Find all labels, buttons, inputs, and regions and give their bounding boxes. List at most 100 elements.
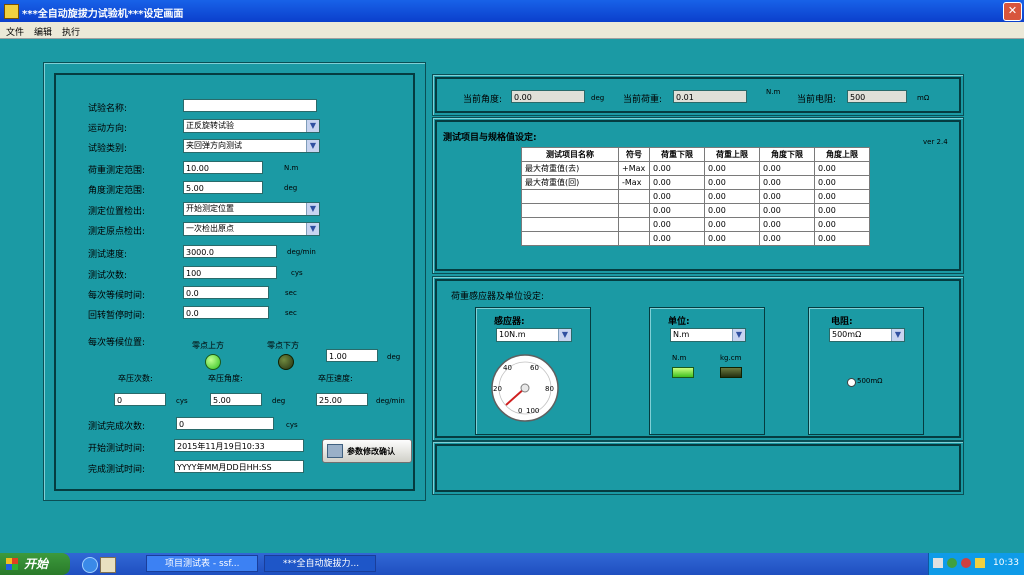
table-cell[interactable]: 0.00 (814, 175, 870, 190)
table-row[interactable]: 最大荷重值(去) +Max 0.00 0.00 0.00 0.00 (521, 161, 870, 176)
table-cell[interactable]: 0.00 (759, 189, 815, 204)
table-cell[interactable]: 0.00 (704, 161, 760, 176)
menu-file[interactable]: 文件 (6, 25, 24, 38)
table-header-row: 测试项目名称 符号 荷重下限 荷重上限 角度下限 角度上限 (521, 147, 870, 162)
table-row[interactable]: 0.00 0.00 0.00 0.00 (521, 203, 870, 218)
end-time-input[interactable]: YYYY年MM月DD日HH:SS (174, 460, 304, 473)
press-speed-input[interactable]: 25.00 (316, 393, 368, 406)
table-cell[interactable] (618, 217, 650, 232)
res-select[interactable]: 500mΩ ▼ (829, 328, 905, 342)
done-count-input[interactable]: 0 (176, 417, 274, 430)
menu-run[interactable]: 执行 (62, 25, 80, 38)
press-angle-input[interactable]: 5.00 (210, 393, 262, 406)
table-cell[interactable]: 0.00 (649, 217, 705, 232)
return-time-input[interactable]: 0.0 (183, 306, 269, 319)
clock[interactable]: 10:33 (993, 558, 1019, 568)
confirm-button-label: 参数修改确认 (347, 447, 395, 456)
table-cell[interactable]: 0.00 (759, 231, 815, 246)
test-name-input[interactable] (183, 99, 317, 112)
table-cell[interactable]: 最大荷重值(去) (521, 161, 619, 176)
table-cell[interactable]: 0.00 (704, 175, 760, 190)
table-cell[interactable] (521, 217, 619, 232)
chevron-down-icon[interactable]: ▼ (732, 329, 745, 341)
angle-range-input[interactable]: 5.00 (183, 181, 263, 194)
res-radio[interactable] (847, 378, 856, 387)
menu-edit[interactable]: 编辑 (34, 25, 52, 38)
torque-label: 当前荷重: (623, 95, 663, 105)
spec-table[interactable]: 测试项目名称 符号 荷重下限 荷重上限 角度下限 角度上限 最大荷重值(去) +M… (521, 147, 870, 246)
table-cell[interactable] (618, 231, 650, 246)
upper-led-indicator[interactable] (205, 354, 221, 370)
task-item-table[interactable]: 项目测试表 - ssf... (146, 555, 258, 572)
table-cell[interactable] (521, 189, 619, 204)
table-cell[interactable] (521, 203, 619, 218)
table-cell[interactable]: 0.00 (649, 203, 705, 218)
table-cell[interactable]: 最大荷重值(回) (521, 175, 619, 190)
table-cell[interactable]: 0.00 (759, 203, 815, 218)
table-cell[interactable]: 0.00 (759, 175, 815, 190)
table-cell[interactable]: 0.00 (704, 217, 760, 232)
desktop-icon[interactable] (100, 557, 116, 573)
col-angle-low-header: 角度下限 (759, 147, 815, 162)
start-time-input[interactable]: 2015年11月19日10:33 (174, 439, 304, 452)
sensor-label: 感应器: (494, 317, 525, 327)
direction-select[interactable]: 正反旋转试验 ▼ (183, 119, 320, 133)
count-input[interactable]: 100 (183, 266, 277, 279)
taskbar: 开始 项目测试表 - ssf... ***全自动旋拔力... 10:33 (0, 553, 1024, 575)
test-type-select[interactable]: 夹回弹方向测试 ▼ (183, 139, 320, 153)
sensor-select[interactable]: 10N.m ▼ (496, 328, 572, 342)
volume-icon[interactable] (975, 558, 985, 568)
chevron-down-icon[interactable]: ▼ (558, 329, 571, 341)
table-cell[interactable]: -Max (618, 175, 650, 190)
unit-kgcm-indicator[interactable] (720, 367, 742, 378)
start-button[interactable]: 开始 (0, 553, 70, 575)
table-row[interactable]: 最大荷重值(回) -Max 0.00 0.00 0.00 0.00 (521, 175, 870, 190)
table-cell[interactable] (521, 231, 619, 246)
table-row[interactable]: 0.00 0.00 0.00 0.00 (521, 189, 870, 204)
chevron-down-icon[interactable]: ▼ (891, 329, 904, 341)
table-cell[interactable]: 0.00 (814, 189, 870, 204)
table-cell[interactable]: 0.00 (704, 231, 760, 246)
table-row[interactable]: 0.00 0.00 0.00 0.00 (521, 231, 870, 246)
table-cell[interactable]: 0.00 (814, 203, 870, 218)
table-cell[interactable]: 0.00 (759, 217, 815, 232)
table-cell[interactable]: 0.00 (814, 217, 870, 232)
start-time-label: 开始测试时间: (88, 444, 146, 454)
table-cell[interactable]: 0.00 (649, 189, 705, 204)
table-cell[interactable]: 0.00 (649, 231, 705, 246)
gauge-tick-40: 40 (503, 364, 512, 372)
table-cell[interactable] (618, 189, 650, 204)
unit-nm-indicator[interactable] (672, 367, 694, 378)
confirm-button[interactable]: 参数修改确认 (322, 439, 412, 463)
torque-range-input[interactable]: 10.00 (183, 161, 263, 174)
tray-icon[interactable] (933, 558, 943, 568)
chevron-down-icon[interactable]: ▼ (306, 140, 319, 152)
table-cell[interactable]: 0.00 (704, 189, 760, 204)
ie-icon[interactable] (82, 557, 98, 573)
task-item-tester[interactable]: ***全自动旋拔力... (264, 555, 376, 572)
lower-led-indicator[interactable] (278, 354, 294, 370)
table-cell[interactable]: +Max (618, 161, 650, 176)
wait-pos-input[interactable]: 1.00 (326, 349, 378, 362)
tray-icon[interactable] (961, 558, 971, 568)
chevron-down-icon[interactable]: ▼ (306, 203, 319, 215)
origin-detect-select[interactable]: 一次检出原点 ▼ (183, 222, 320, 236)
speed-input[interactable]: 3000.0 (183, 245, 277, 258)
table-row[interactable]: 0.00 0.00 0.00 0.00 (521, 217, 870, 232)
press-count-input[interactable]: 0 (114, 393, 166, 406)
close-button[interactable]: ✕ (1003, 2, 1022, 21)
table-cell[interactable]: 0.00 (649, 161, 705, 176)
table-cell[interactable]: 0.00 (649, 175, 705, 190)
pos-detect-select[interactable]: 开始测定位置 ▼ (183, 202, 320, 216)
table-cell[interactable]: 0.00 (814, 161, 870, 176)
table-cell[interactable]: 0.00 (759, 161, 815, 176)
chevron-down-icon[interactable]: ▼ (306, 223, 319, 235)
table-cell[interactable]: 0.00 (704, 203, 760, 218)
table-cell[interactable] (618, 203, 650, 218)
chevron-down-icon[interactable]: ▼ (306, 120, 319, 132)
angle-label: 当前角度: (463, 95, 503, 105)
wait-time-input[interactable]: 0.0 (183, 286, 269, 299)
unit-select[interactable]: N.m ▼ (670, 328, 746, 342)
table-cell[interactable]: 0.00 (814, 231, 870, 246)
tray-icon[interactable] (947, 558, 957, 568)
